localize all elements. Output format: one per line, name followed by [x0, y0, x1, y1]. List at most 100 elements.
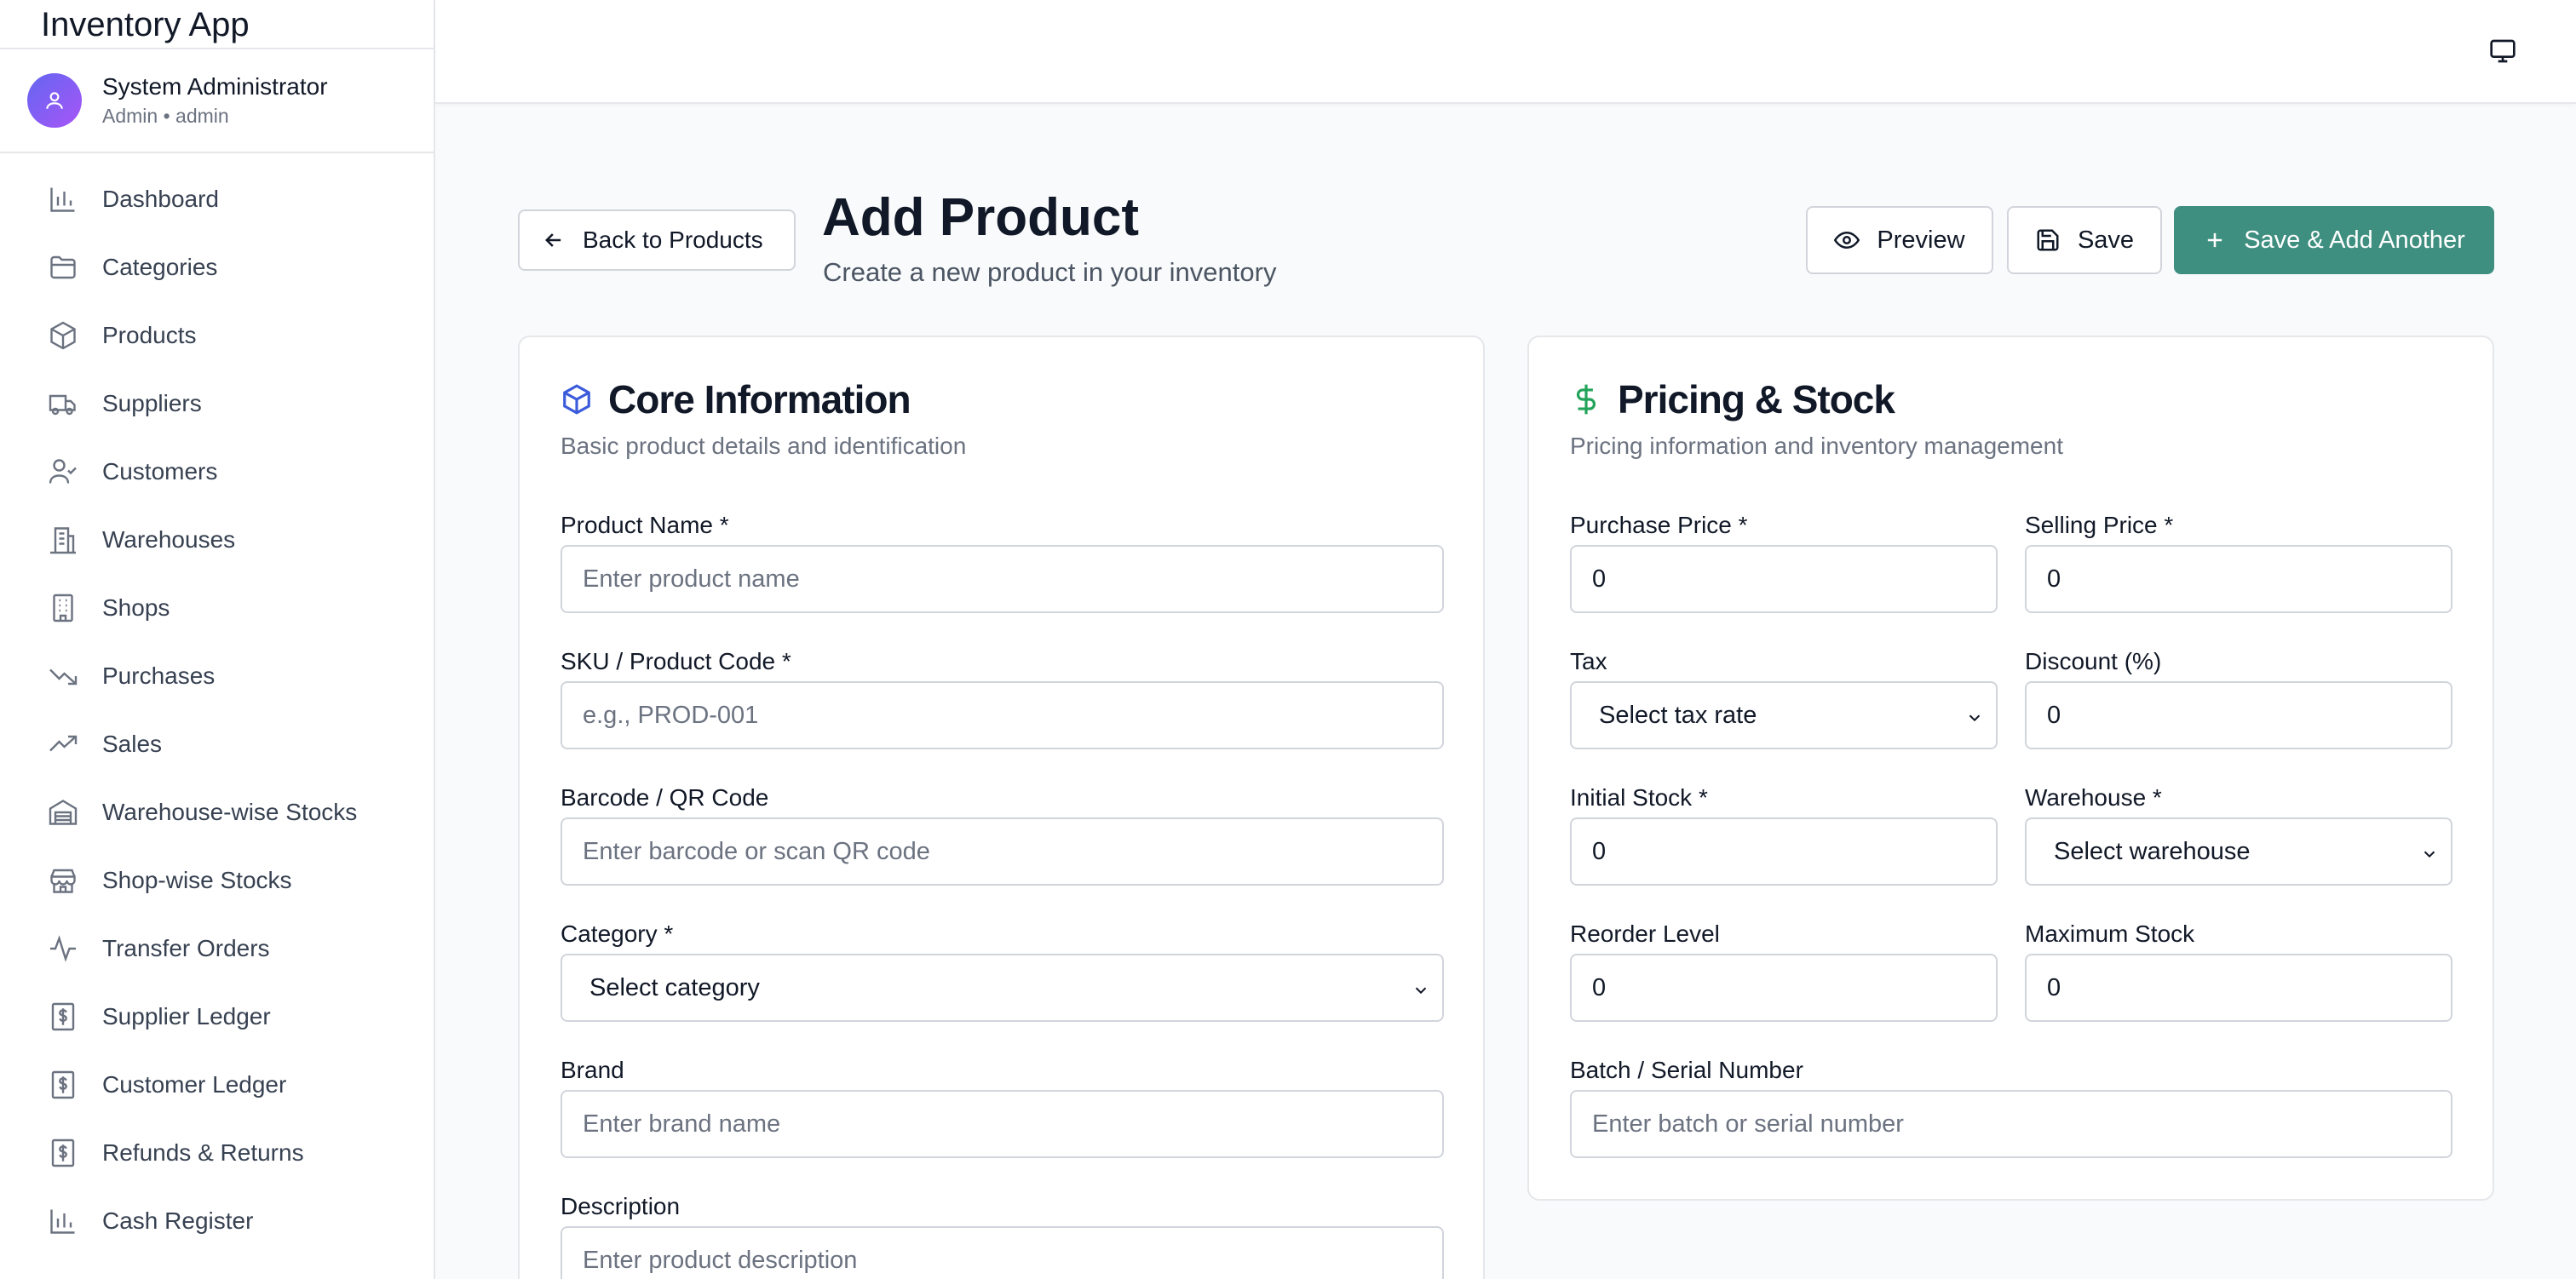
sidebar-item-warehouses[interactable]: Warehouses: [0, 506, 434, 574]
sidebar-item-shop-wise-stocks[interactable]: Shop-wise Stocks: [0, 846, 434, 915]
purchase-price-label: Purchase Price *: [1570, 512, 1748, 538]
save-add-label: Save & Add Another: [2244, 226, 2465, 254]
package-icon: [563, 384, 590, 415]
tax-selected-value: Select tax rate: [1599, 701, 1757, 729]
sidebar-item-label: Products: [102, 322, 197, 348]
card-title: Core Information: [608, 377, 911, 422]
chevron-down-icon: [1415, 987, 1427, 995]
user-check-icon: [46, 455, 80, 489]
page-title: Add Product: [822, 188, 1139, 247]
package-icon: [46, 318, 80, 353]
activity-icon: [46, 932, 80, 966]
dollar-receipt-icon: [46, 1068, 80, 1102]
save-and-add-another-button[interactable]: Save & Add Another: [2174, 206, 2494, 274]
sidebar-item-categories[interactable]: Categories: [0, 233, 434, 301]
sidebar-item-customer-ledger[interactable]: Customer Ledger: [0, 1051, 434, 1119]
save-button[interactable]: Save: [2007, 206, 2162, 274]
plus-icon: [2208, 232, 2222, 248]
avatar: [27, 73, 82, 128]
save-label: Save: [2077, 226, 2135, 254]
sidebar-item-customers[interactable]: Customers: [0, 438, 434, 506]
chevron-down-icon: [2424, 851, 2435, 858]
description-label: Description: [561, 1193, 681, 1219]
sidebar-item-label: Customer Ledger: [102, 1071, 287, 1098]
sidebar-item-label: Purchases: [102, 662, 216, 689]
sidebar-item-cash-register[interactable]: Cash Register: [0, 1187, 434, 1255]
sidebar-item-label: Categories: [102, 254, 218, 280]
description-input[interactable]: [561, 1226, 1444, 1279]
sidebar-item-label: Customers: [102, 458, 218, 485]
sidebar-item-label: Transfer Orders: [102, 935, 270, 961]
sidebar-item-label: Suppliers: [102, 390, 202, 416]
category-select[interactable]: Select category: [561, 954, 1444, 1022]
card-description: Pricing information and inventory manage…: [1570, 433, 2063, 459]
sidebar-item-products[interactable]: Products: [0, 301, 434, 370]
warehouse-selected-value: Select warehouse: [2054, 837, 2251, 865]
tax-label: Tax: [1570, 648, 1607, 674]
dollar-receipt-icon: [46, 1136, 80, 1170]
reorder-level-label: Reorder Level: [1570, 921, 1720, 947]
page-subtitle: Create a new product in your inventory: [823, 257, 1277, 287]
eye-icon: [1834, 231, 1860, 249]
sku-input[interactable]: [561, 681, 1444, 749]
sidebar-item-supplier-ledger[interactable]: Supplier Ledger: [0, 983, 434, 1051]
trending-up-icon: [46, 727, 80, 761]
sidebar-item-warehouse-wise-stocks[interactable]: Warehouse-wise Stocks: [0, 778, 434, 846]
top-bar: [435, 0, 2576, 104]
maximum-stock-input[interactable]: [2025, 954, 2452, 1022]
discount-input[interactable]: [2025, 681, 2452, 749]
trending-down-icon: [46, 659, 80, 693]
sidebar-item-label: Warehouse-wise Stocks: [102, 799, 358, 825]
sidebar-item-label: Dashboard: [102, 186, 219, 212]
sidebar-item-shops[interactable]: Shops: [0, 574, 434, 642]
monitor-icon[interactable]: [2489, 37, 2516, 65]
initial-stock-input[interactable]: [1570, 817, 1998, 886]
user-profile[interactable]: System Administrator Admin • admin: [0, 49, 434, 153]
sidebar-item-transfer-orders[interactable]: Transfer Orders: [0, 915, 434, 983]
purchase-price-input[interactable]: [1570, 545, 1998, 613]
barcode-label: Barcode / QR Code: [561, 784, 769, 811]
batch-serial-label: Batch / Serial Number: [1570, 1057, 1803, 1083]
chevron-down-icon: [1969, 714, 1981, 722]
card-description: Basic product details and identification: [561, 433, 967, 459]
selling-price-input[interactable]: [2025, 545, 2452, 613]
sku-label: SKU / Product Code *: [561, 648, 791, 674]
sidebar-item-dashboard[interactable]: Dashboard: [0, 165, 434, 233]
sidebar-item-sales[interactable]: Sales: [0, 710, 434, 778]
product-name-input[interactable]: [561, 545, 1444, 613]
card-title: Pricing & Stock: [1618, 377, 1895, 422]
brand-input[interactable]: [561, 1090, 1444, 1158]
category-selected-value: Select category: [589, 973, 760, 1001]
initial-stock-label: Initial Stock *: [1570, 784, 1708, 811]
sidebar-nav: Dashboard Categories Products Suppliers …: [0, 153, 434, 1255]
batch-serial-input[interactable]: [1570, 1090, 2452, 1158]
selling-price-label: Selling Price *: [2025, 512, 2174, 538]
tax-select[interactable]: Select tax rate: [1570, 681, 1998, 749]
brand-label: Brand: [561, 1057, 624, 1083]
sidebar-item-refunds-returns[interactable]: Refunds & Returns: [0, 1119, 434, 1187]
core-information-card: Core Information Basic product details a…: [518, 336, 1485, 1279]
folder-icon: [46, 250, 80, 284]
bar-chart-icon: [46, 182, 80, 216]
sidebar-item-label: Refunds & Returns: [102, 1139, 304, 1166]
app-title: Inventory App: [0, 0, 434, 49]
sidebar-item-purchases[interactable]: Purchases: [0, 642, 434, 710]
sidebar: Inventory App System Administrator Admin…: [0, 0, 435, 1279]
product-name-label: Product Name *: [561, 512, 729, 538]
sidebar-item-label: Supplier Ledger: [102, 1003, 271, 1030]
truck-icon: [46, 387, 80, 421]
building-icon: [46, 523, 80, 557]
back-to-products-button[interactable]: Back to Products: [518, 209, 796, 271]
pricing-stock-card: Pricing & Stock Pricing information and …: [1527, 336, 2494, 1201]
preview-button[interactable]: Preview: [1806, 206, 1993, 274]
barcode-input[interactable]: [561, 817, 1444, 886]
warehouse-icon: [46, 795, 80, 829]
dollar-receipt-icon: [46, 1000, 80, 1034]
warehouse-label: Warehouse *: [2025, 784, 2162, 811]
reorder-level-input[interactable]: [1570, 954, 1998, 1022]
warehouse-select[interactable]: Select warehouse: [2025, 817, 2452, 886]
sidebar-item-label: Shops: [102, 594, 170, 621]
store-icon: [46, 863, 80, 898]
sidebar-item-suppliers[interactable]: Suppliers: [0, 370, 434, 438]
office-building-icon: [46, 591, 80, 625]
